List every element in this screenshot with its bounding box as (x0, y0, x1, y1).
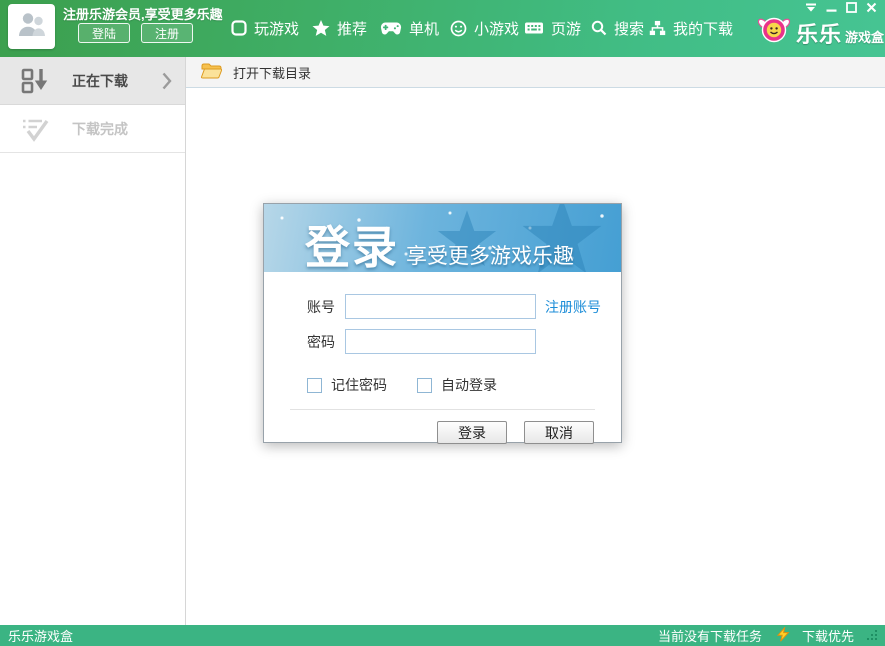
sidebar: 正在下载 下载完成 (0, 57, 186, 625)
mascot-icon (754, 14, 794, 51)
nav-label: 搜索 (614, 18, 644, 39)
main-row: 正在下载 下载完成 (0, 57, 885, 625)
nav-label: 推荐 (337, 18, 367, 39)
login-submit-button[interactable]: 登录 (437, 421, 507, 444)
register-account-link[interactable]: 注册账号 (545, 297, 601, 317)
nav-label: 小游戏 (474, 18, 519, 39)
app-logo: 乐乐 游戏盒 (754, 14, 884, 51)
nav-item-singleplayer[interactable]: 单机 (380, 16, 439, 40)
play-icon (231, 20, 247, 36)
nav-item-recommend[interactable]: 推荐 (312, 16, 367, 40)
auto-login-label: 自动登录 (441, 375, 497, 395)
nav-label: 玩游戏 (254, 18, 299, 39)
nav-item-mini-games[interactable]: 小游戏 (450, 16, 519, 40)
download-priority-button[interactable]: 下载优先 (802, 626, 854, 645)
options-row: 记住密码 自动登录 (264, 375, 621, 395)
remember-password-checkbox[interactable] (307, 378, 322, 393)
right-column: 打开下载目录 登录 享受更多游戏乐趣 (186, 57, 885, 625)
auto-login-checkbox[interactable] (417, 378, 432, 393)
login-dialog-body: 账号 注册账号 密码 记住密码 (264, 272, 621, 444)
nav-item-search[interactable]: 搜索 (591, 16, 644, 40)
login-button[interactable]: 登陆 (78, 23, 130, 43)
remember-password-label: 记住密码 (331, 375, 387, 395)
folder-icon (200, 62, 222, 82)
nav-item-my-downloads[interactable]: 我的下载 (649, 16, 733, 40)
download-status-text: 当前没有下载任务 (658, 626, 762, 645)
maximize-icon (846, 0, 857, 18)
dialog-title: 登录 (305, 211, 399, 272)
star-icon (312, 20, 330, 37)
smiley-icon (450, 20, 467, 37)
chevron-right-icon (162, 72, 172, 95)
register-button[interactable]: 注册 (141, 23, 193, 43)
completed-icon (20, 114, 50, 144)
sidebar-item-label: 正在下载 (72, 71, 128, 91)
login-dialog-header: 登录 享受更多游戏乐趣 (264, 204, 621, 272)
sidebar-item-downloading[interactable]: 正在下载 (0, 57, 185, 105)
search-icon (591, 20, 607, 36)
status-bar: 乐乐游戏盒 当前没有下载任务 下载优先 (0, 625, 885, 646)
sidebar-item-label: 下载完成 (72, 119, 128, 139)
content-area: 登录 享受更多游戏乐趣 账号 注册账号 密码 (186, 88, 885, 625)
lightning-icon (776, 627, 790, 645)
login-dialog: 登录 享受更多游戏乐趣 账号 注册账号 密码 (263, 203, 622, 443)
account-label: 账号 (307, 297, 339, 317)
maximize-button[interactable] (841, 1, 861, 16)
nav-label: 单机 (409, 18, 439, 39)
downloading-icon (20, 66, 50, 96)
dialog-divider (290, 409, 595, 410)
nav-item-web-games[interactable]: 页游 (524, 16, 581, 40)
close-icon (866, 0, 877, 18)
nav-label: 我的下载 (673, 18, 733, 39)
dialog-subtitle: 享受更多游戏乐趣 (406, 240, 574, 270)
title-bar: 注册乐游会员,享受更多乐趣 登陆 注册 玩游戏 推荐 单机 小游戏 (0, 0, 885, 57)
promo-text: 注册乐游会员,享受更多乐趣 (63, 4, 223, 23)
sitemap-icon (649, 20, 666, 36)
toolbar-label: 打开下载目录 (233, 63, 311, 82)
open-download-dir-button[interactable]: 打开下载目录 (200, 62, 311, 82)
skin-menu-icon (805, 0, 817, 18)
user-avatar[interactable] (8, 4, 55, 49)
minimize-button[interactable] (821, 1, 841, 16)
toolbar: 打开下载目录 (186, 57, 885, 88)
window-controls (801, 1, 881, 16)
resize-grip[interactable] (866, 629, 879, 642)
users-icon (15, 8, 49, 45)
skin-menu-button[interactable] (801, 1, 821, 16)
gamepad-icon (380, 21, 402, 36)
cancel-button[interactable]: 取消 (524, 421, 594, 444)
password-row: 密码 (264, 329, 621, 354)
statusbar-app-name: 乐乐游戏盒 (8, 626, 73, 645)
close-button[interactable] (861, 1, 881, 16)
password-label: 密码 (307, 332, 339, 352)
dialog-buttons-row: 登录 取消 (264, 421, 621, 444)
app-window: 注册乐游会员,享受更多乐趣 登陆 注册 玩游戏 推荐 单机 小游戏 (0, 0, 885, 646)
account-input[interactable] (345, 294, 536, 319)
minimize-icon (826, 0, 837, 18)
keyboard-icon (524, 21, 544, 35)
password-input[interactable] (345, 329, 536, 354)
nav-item-play-games[interactable]: 玩游戏 (231, 16, 299, 40)
nav-label: 页游 (551, 18, 581, 39)
sidebar-item-completed[interactable]: 下载完成 (0, 105, 185, 153)
logo-subtitle: 游戏盒 (845, 27, 884, 46)
logo-title: 乐乐 (796, 17, 842, 49)
account-row: 账号 注册账号 (264, 294, 621, 319)
